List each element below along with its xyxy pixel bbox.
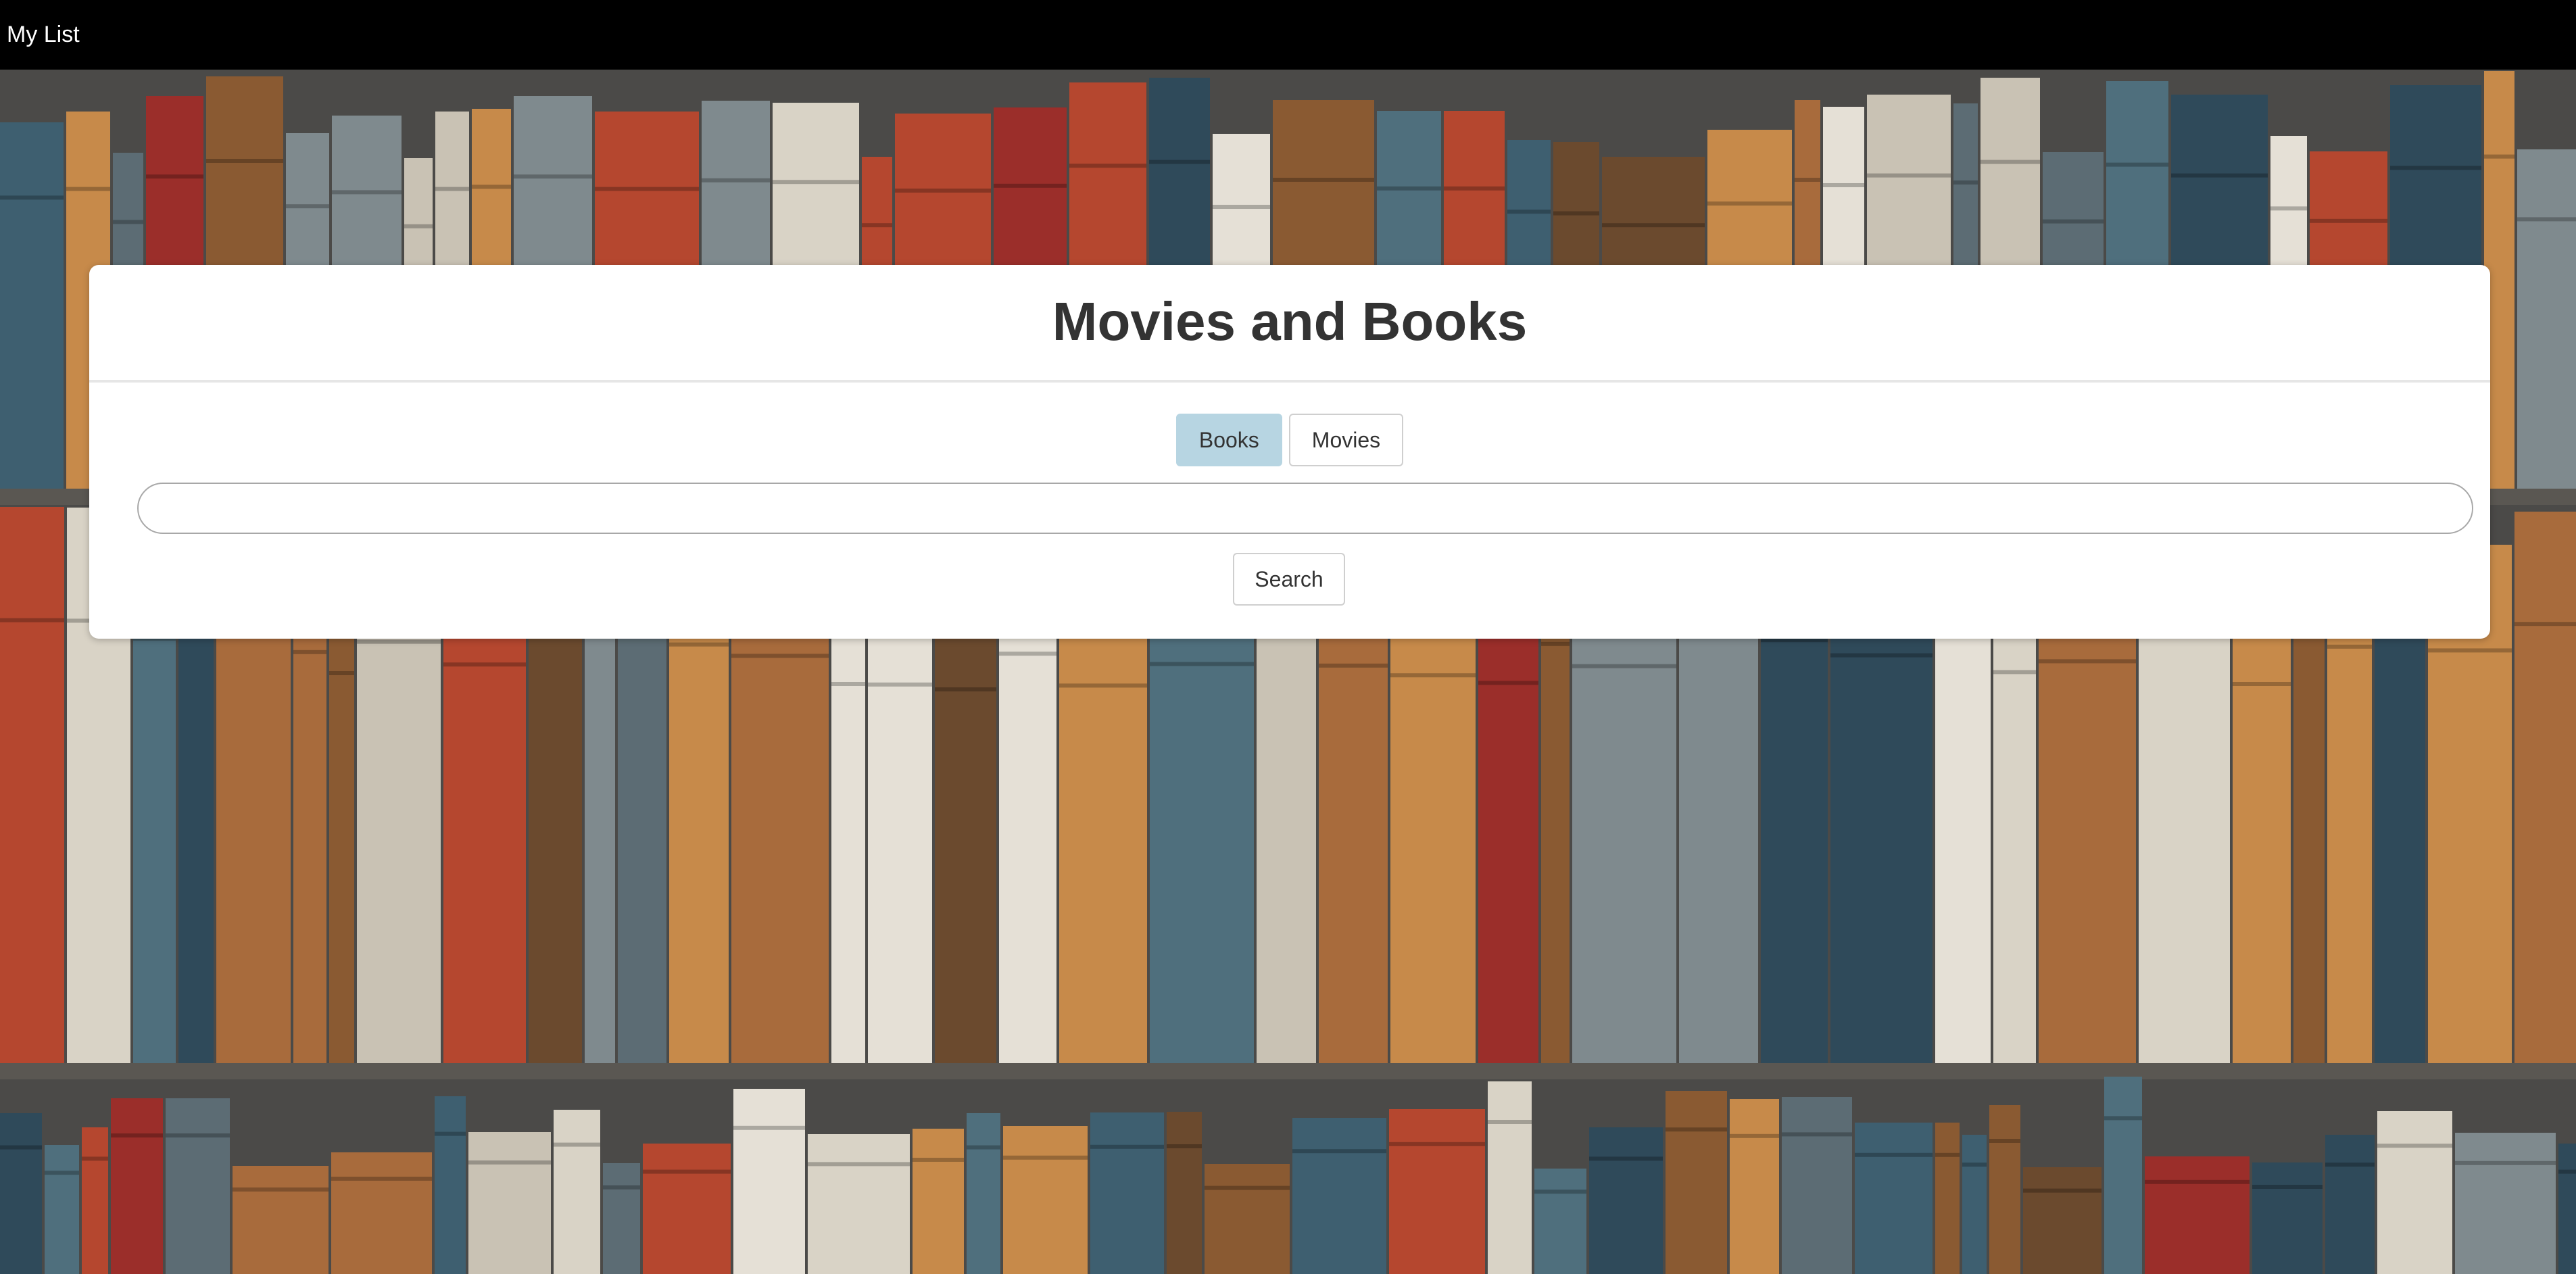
bookshelf-background-image [0,70,2576,1274]
card-header: Movies and Books [89,265,2490,383]
brand-link[interactable]: My List [7,19,80,50]
search-card: Movies and Books Books Movies Search [89,265,2490,639]
search-input[interactable] [137,483,2473,534]
search-button[interactable]: Search [1233,553,1345,606]
books-tab-button[interactable]: Books [1175,414,1282,466]
page-title: Movies and Books [1052,291,1528,351]
category-toggle-group: Books Movies [89,414,2490,466]
top-navbar: My List [0,0,2576,70]
movies-tab-button[interactable]: Movies [1288,414,1404,466]
